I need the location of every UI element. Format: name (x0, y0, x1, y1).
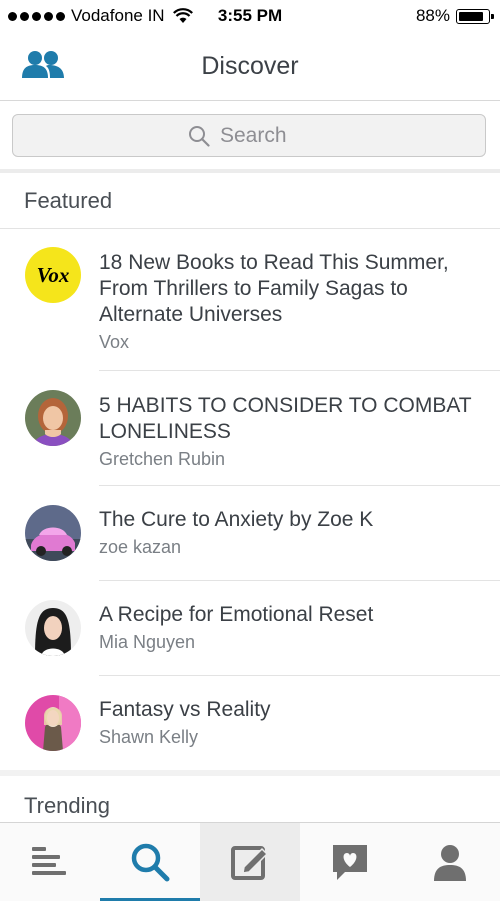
tab-discover[interactable] (100, 823, 200, 901)
avatar-vox: Vox (25, 247, 81, 303)
tab-bar (0, 822, 500, 901)
search-area (0, 101, 500, 173)
search-icon (189, 125, 210, 147)
item-title: The Cure to Anxiety by Zoe K (99, 508, 374, 531)
avatar (25, 505, 81, 561)
tab-activity[interactable] (300, 823, 400, 901)
item-author: Gretchen Rubin (99, 449, 226, 469)
item-author: Mia Nguyen (99, 632, 196, 652)
list-item[interactable]: A Recipe for Emotional Reset Mia Nguyen (0, 581, 500, 676)
item-title: 5 HABITS TO CONSIDER TO COMBAT LONELINES… (99, 394, 472, 443)
item-title: Fantasy vs Reality (99, 698, 271, 721)
status-bar: Vodafone IN 3:55 PM 88% (0, 0, 500, 34)
trending-heading: Trending (24, 793, 111, 818)
tab-feed[interactable] (0, 823, 100, 901)
battery-percent: 88% (415, 6, 450, 25)
feed-icon (32, 847, 66, 875)
nav-header: Discover (0, 34, 500, 101)
list-item[interactable]: Vox 18 New Books to Read This Summer, Fr… (0, 229, 500, 371)
compose-icon (231, 846, 269, 880)
avatar (25, 600, 81, 656)
item-author: Vox (99, 332, 130, 352)
tab-compose[interactable] (200, 823, 300, 901)
avatar (25, 390, 81, 446)
item-author: Shawn Kelly (99, 727, 199, 747)
activity-heart-icon (333, 845, 367, 880)
list-item[interactable]: 5 HABITS TO CONSIDER TO COMBAT LONELINES… (0, 371, 500, 486)
profile-icon (434, 845, 466, 881)
avatar (25, 695, 81, 751)
section-separator (0, 770, 500, 776)
item-title: 18 New Books to Read This Summer, From T… (99, 251, 449, 326)
list-item[interactable]: The Cure to Anxiety by Zoe K zoe kazan (0, 486, 500, 581)
list-item[interactable]: Fantasy vs Reality Shawn Kelly (0, 676, 500, 770)
featured-heading: Featured (24, 188, 113, 213)
battery-icon (456, 8, 494, 24)
page-title: Discover (201, 52, 299, 80)
item-title: A Recipe for Emotional Reset (99, 603, 374, 626)
search-icon (131, 843, 170, 882)
search-input[interactable] (220, 123, 310, 148)
tab-profile[interactable] (400, 823, 500, 901)
search-box[interactable] (12, 114, 486, 157)
item-author: zoe kazan (99, 537, 182, 557)
